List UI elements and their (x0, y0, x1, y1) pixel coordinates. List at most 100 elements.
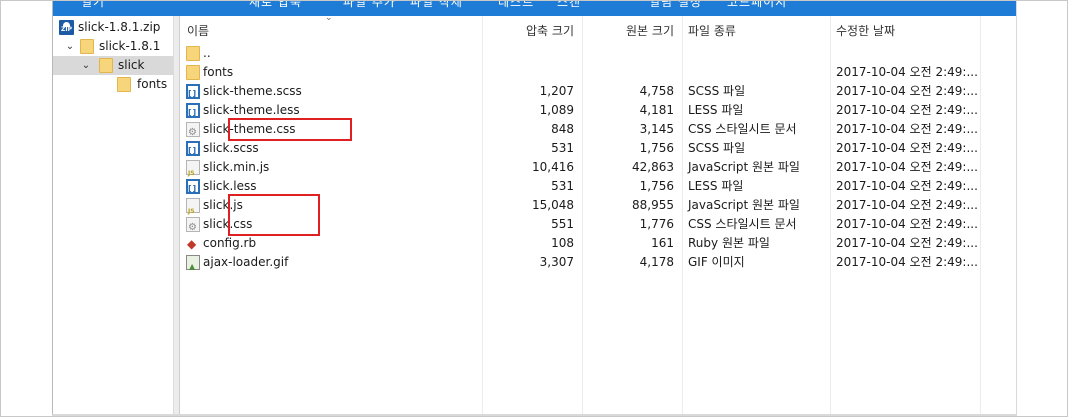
toolbar-add-files-button[interactable]: 파일 추가 (343, 0, 396, 10)
toolbar-codepage-button[interactable]: 코드페이지 (727, 0, 787, 10)
tree-item-label: slick-1.8.1.zip (78, 20, 161, 34)
file-compressed-size: 3,307 (539, 255, 574, 269)
file-name: slick.scss (203, 141, 259, 155)
file-modified: 2017-10-04 오전 2:49:... (836, 65, 978, 79)
file-type: SCSS 파일 (688, 84, 746, 98)
toolbar-open-button[interactable]: 열기 (81, 0, 105, 10)
file-name: slick-theme.less (203, 103, 300, 117)
archive-window: 열기 새로 압축 파일 추가 파일 삭제 테스트 스캔 열림 설정 코드페이지 … (52, 0, 1017, 414)
file-row-parent[interactable]: .. (180, 44, 980, 63)
tree-item-fonts[interactable]: fonts (53, 75, 173, 94)
zip-archive-icon: ZIP (59, 20, 74, 35)
less-file-icon (186, 103, 200, 122)
toolbar-new-archive-button[interactable]: 새로 압축 (249, 0, 302, 10)
file-original-size: 4,178 (639, 255, 674, 269)
file-type: GIF 이미지 (688, 255, 745, 269)
column-header-name[interactable]: 이름 (187, 16, 209, 46)
file-row-slick-css[interactable]: slick.css 551 1,776 CSS 스타일시트 문서 2017-10… (180, 215, 980, 237)
file-list: ⌄ 이름 압축 크기 원본 크기 파일 종류 수정한 날짜 .. fonts 2… (180, 13, 1017, 414)
file-row-config-rb[interactable]: config.rb 108 161 Ruby 원본 파일 2017-10-04 … (180, 234, 980, 254)
toolbar: 열기 새로 압축 파일 추가 파일 삭제 테스트 스캔 열림 설정 코드페이지 (53, 0, 1017, 16)
file-name: slick.min.js (203, 160, 270, 174)
file-name: slick.css (203, 217, 253, 231)
file-original-size: 42,863 (632, 160, 674, 174)
gif-image-icon (186, 255, 200, 276)
file-name: slick.less (203, 179, 257, 193)
file-modified: 2017-10-04 오전 2:49:... (836, 179, 978, 193)
folder-icon (186, 65, 200, 80)
file-original-size: 4,758 (639, 84, 674, 98)
file-name: slick-theme.scss (203, 84, 302, 98)
file-compressed-size: 108 (551, 236, 574, 250)
file-modified: 2017-10-04 오전 2:49:... (836, 141, 978, 155)
tree-item-label: slick-1.8.1 (99, 39, 161, 53)
toolbar-open-settings-button[interactable]: 열림 설정 (649, 0, 702, 10)
file-compressed-size: 531 (551, 141, 574, 155)
toolbar-test-button[interactable]: 테스트 (498, 0, 534, 10)
column-header: 이름 압축 크기 원본 크기 파일 종류 수정한 날짜 (180, 16, 1017, 46)
file-type: LESS 파일 (688, 179, 744, 193)
file-row-slick-scss[interactable]: slick.scss 531 1,756 SCSS 파일 2017-10-04 … (180, 139, 980, 160)
scss-file-icon (186, 141, 200, 160)
file-modified: 2017-10-04 오전 2:49:... (836, 160, 978, 174)
chevron-down-icon[interactable]: ⌄ (80, 56, 92, 75)
file-row-slick-theme-scss[interactable]: slick-theme.scss 1,207 4,758 SCSS 파일 201… (180, 82, 980, 103)
file-row-slick-min-js[interactable]: slick.min.js 10,416 42,863 JavaScript 원본… (180, 158, 980, 183)
tree-item-label: slick (118, 58, 145, 72)
folder-icon (117, 77, 131, 92)
file-row-slick-less[interactable]: slick.less 531 1,756 LESS 파일 2017-10-04 … (180, 177, 980, 198)
file-modified: 2017-10-04 오전 2:49:... (836, 255, 978, 269)
file-modified: 2017-10-04 오전 2:49:... (836, 198, 978, 212)
tree-item-label: fonts (137, 77, 168, 91)
column-header-modified-date[interactable]: 수정한 날짜 (836, 16, 895, 46)
column-header-file-type[interactable]: 파일 종류 (688, 16, 736, 46)
file-row-fonts[interactable]: fonts 2017-10-04 오전 2:49:... (180, 63, 980, 82)
js-file-icon (186, 160, 200, 183)
column-header-original-size[interactable]: 원본 크기 (582, 16, 674, 46)
toolbar-delete-files-button[interactable]: 파일 삭제 (410, 0, 463, 10)
file-type: LESS 파일 (688, 103, 744, 117)
file-compressed-size: 1,207 (539, 84, 574, 98)
file-type: CSS 스타일시트 문서 (688, 217, 797, 231)
file-name: .. (203, 46, 211, 60)
file-compressed-size: 10,416 (532, 160, 574, 174)
file-row-slick-js[interactable]: slick.js 15,048 88,955 JavaScript 원본 파일 … (180, 196, 980, 221)
js-file-icon (186, 198, 200, 221)
file-row-slick-theme-less[interactable]: slick-theme.less 1,089 4,181 LESS 파일 201… (180, 101, 980, 122)
file-modified: 2017-10-04 오전 2:49:... (836, 84, 978, 98)
file-compressed-size: 848 (551, 122, 574, 136)
file-modified: 2017-10-04 오전 2:49:... (836, 236, 978, 250)
file-type: CSS 스타일시트 문서 (688, 122, 797, 136)
chevron-down-icon[interactable]: ⌄ (64, 37, 76, 56)
file-modified: 2017-10-04 오전 2:49:... (836, 217, 978, 231)
column-header-compressed-size[interactable]: 압축 크기 (482, 16, 574, 46)
file-name: config.rb (203, 236, 257, 250)
file-type: Ruby 원본 파일 (688, 236, 770, 250)
tree-item-slick[interactable]: ⌄ slick (53, 56, 173, 75)
css-file-icon (186, 122, 200, 142)
file-original-size: 1,756 (639, 179, 674, 193)
less-file-icon (186, 179, 200, 198)
file-compressed-size: 15,048 (532, 198, 574, 212)
file-original-size: 3,145 (639, 122, 674, 136)
file-name: slick-theme.css (203, 122, 296, 136)
file-name: slick.js (203, 198, 243, 212)
column-divider (980, 16, 981, 414)
file-compressed-size: 531 (551, 179, 574, 193)
css-file-icon (186, 217, 200, 237)
scss-file-icon (186, 84, 200, 103)
file-row-ajax-loader-gif[interactable]: ajax-loader.gif 3,307 4,178 GIF 이미지 2017… (180, 253, 980, 276)
toolbar-scan-button[interactable]: 스캔 (557, 0, 581, 10)
file-compressed-size: 1,089 (539, 103, 574, 117)
folder-icon (186, 46, 200, 61)
file-modified: 2017-10-04 오전 2:49:... (836, 103, 978, 117)
folder-icon (99, 58, 113, 73)
file-name: ajax-loader.gif (203, 255, 289, 269)
tree-item-zip[interactable]: ZIP slick-1.8.1.zip (53, 18, 173, 37)
file-original-size: 88,955 (632, 198, 674, 212)
right-margin (1016, 0, 1068, 417)
tree-item-slick-1-8-1[interactable]: ⌄ slick-1.8.1 (53, 37, 173, 56)
file-row-slick-theme-css[interactable]: slick-theme.css 848 3,145 CSS 스타일시트 문서 2… (180, 120, 980, 142)
folder-tree: ZIP slick-1.8.1.zip ⌄ slick-1.8.1 ⌄ slic… (53, 16, 174, 414)
folder-icon (80, 39, 94, 54)
